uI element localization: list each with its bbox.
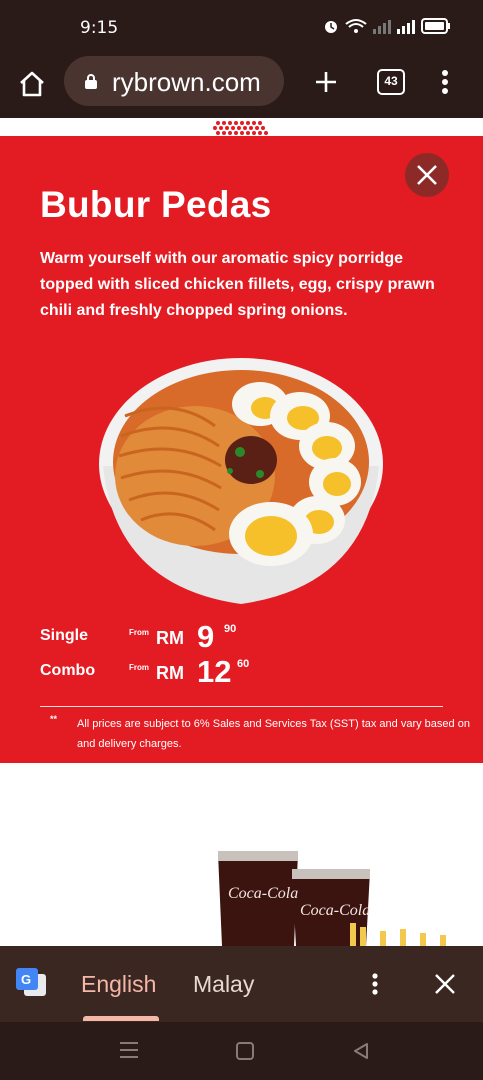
svg-text:G: G	[21, 972, 31, 987]
cola-cups-image: Coca-Cola Coca-Cola	[218, 851, 446, 946]
url-text: rybrown.com	[112, 67, 261, 97]
close-icon	[417, 165, 437, 185]
alarm-icon	[325, 21, 337, 33]
wifi-icon	[345, 19, 367, 33]
more-vert-icon[interactable]	[437, 68, 453, 96]
google-translate-icon[interactable]: G	[16, 968, 48, 998]
price-label: Combo	[40, 662, 96, 679]
price-from: From	[129, 628, 149, 637]
price-row-single: Single From RM 9 90	[40, 619, 340, 654]
divider	[40, 706, 443, 707]
translate-bar: G English Malay	[0, 946, 483, 1022]
nav-menu-icon[interactable]	[118, 1040, 140, 1060]
price-cents: 60	[237, 658, 250, 670]
plus-icon[interactable]	[312, 68, 340, 96]
language-tab-english[interactable]: English	[81, 971, 156, 998]
note-marker: **	[50, 714, 58, 724]
lock-icon	[85, 74, 97, 89]
promo-description: Warm yourself with our aromatic spicy po…	[40, 250, 435, 319]
cola-logo-2: Coca-Cola	[300, 902, 370, 919]
price-cents: 90	[224, 623, 237, 635]
url-field[interactable]: rybrown.com	[64, 56, 284, 106]
battery-icon	[421, 18, 450, 34]
browser-toolbar: rybrown.com 43	[0, 56, 483, 118]
price-currency: RM	[156, 663, 184, 683]
tabs-icon[interactable]: 43	[377, 69, 405, 95]
system-nav-bar	[0, 1022, 483, 1080]
status-time: 9:15	[80, 18, 119, 38]
dots-decoration	[213, 121, 268, 135]
more-vert-icon[interactable]	[368, 972, 382, 996]
close-button[interactable]	[405, 153, 449, 197]
drinks-image: Coca-Cola Coca-Cola	[0, 763, 483, 946]
price-main: 9	[197, 619, 215, 654]
tax-note: All prices are subject to 6% Sales and S…	[77, 718, 470, 750]
signal-icon-1	[373, 20, 391, 34]
promo-title: Bubur Pedas	[40, 184, 272, 225]
selected-language-indicator	[83, 1016, 159, 1021]
price-main: 12	[197, 654, 232, 689]
signal-icon-2	[397, 20, 415, 34]
cola-logo-1: Coca-Cola	[228, 885, 298, 902]
status-icons	[323, 18, 451, 34]
language-tab-malay[interactable]: Malay	[193, 971, 254, 998]
home-icon[interactable]	[16, 68, 48, 100]
close-icon[interactable]	[433, 972, 457, 996]
price-from: From	[129, 663, 149, 672]
price-row-combo: Combo From RM 12 60	[40, 654, 340, 689]
nav-back-icon[interactable]	[352, 1042, 370, 1060]
status-bar: 9:15	[0, 0, 483, 56]
price-currency: RM	[156, 628, 184, 648]
nav-home-icon[interactable]	[236, 1042, 254, 1060]
promo-modal: Bubur Pedas Warm yourself with our aroma…	[0, 136, 483, 763]
porridge-bowl-image	[99, 358, 383, 604]
price-label: Single	[40, 627, 89, 644]
